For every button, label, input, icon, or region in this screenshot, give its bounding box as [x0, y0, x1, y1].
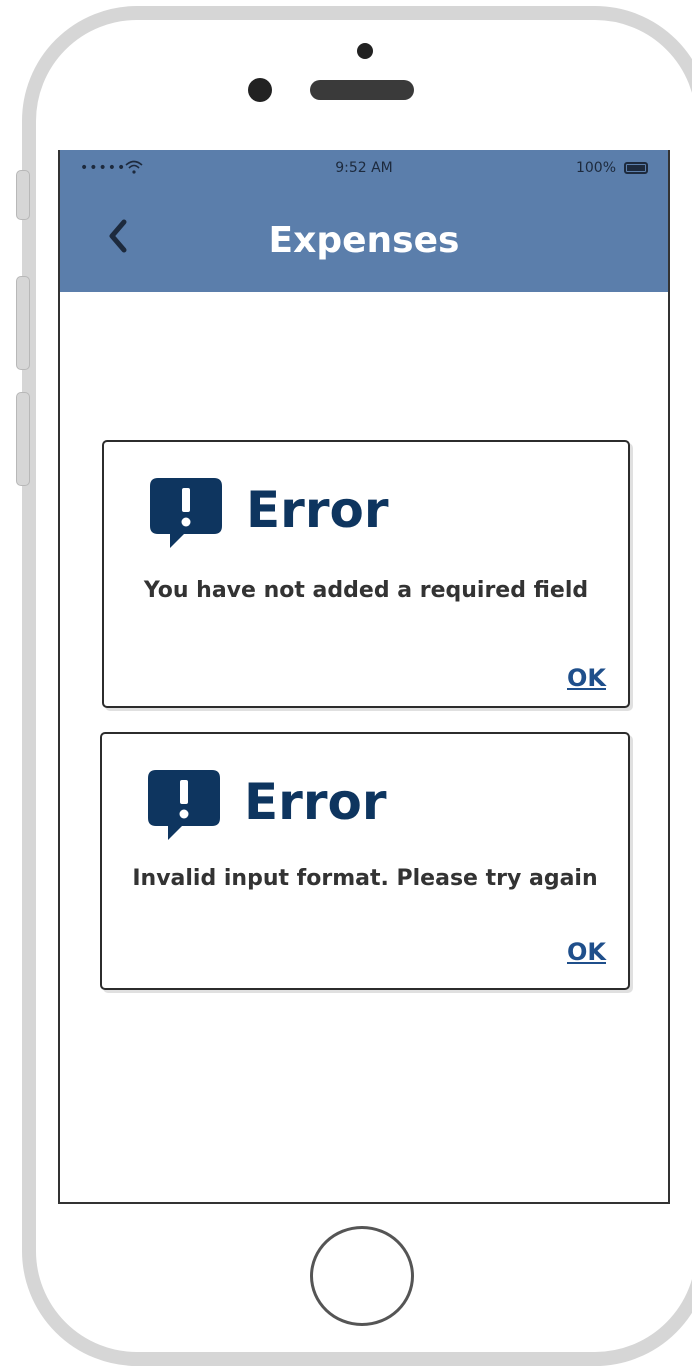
earpiece-speaker	[310, 80, 414, 100]
ok-button[interactable]: OK	[567, 664, 606, 692]
battery-percentage: 100%	[575, 160, 616, 176]
home-button[interactable]	[310, 1226, 414, 1326]
error-dialog-invalid-format: Error Invalid input format. Please try a…	[100, 732, 630, 990]
alert-speech-bubble-icon	[150, 478, 222, 548]
alert-speech-bubble-icon	[148, 770, 220, 840]
nav-bar: Expenses	[60, 190, 668, 292]
dialog-title: Error	[246, 481, 389, 539]
proximity-sensor	[357, 43, 373, 59]
mute-switch	[16, 170, 30, 220]
header-bar: ••••• 9:52 AM 100% Expenses	[60, 150, 668, 292]
page-title: Expenses	[268, 220, 460, 261]
volume-down-button	[16, 392, 30, 486]
ok-button[interactable]: OK	[567, 938, 606, 966]
error-dialog-required-field: Error You have not added a required fiel…	[102, 440, 630, 708]
volume-up-button	[16, 276, 30, 370]
dialog-message: You have not added a required field	[143, 578, 589, 603]
front-camera	[248, 78, 272, 102]
dialog-title: Error	[244, 773, 387, 831]
app-screen: ••••• 9:52 AM 100% Expenses Error You ha…	[58, 150, 670, 1204]
dialog-message: Invalid input format. Please try again	[132, 866, 598, 891]
status-bar: ••••• 9:52 AM 100%	[60, 150, 668, 190]
battery-icon	[624, 162, 648, 174]
